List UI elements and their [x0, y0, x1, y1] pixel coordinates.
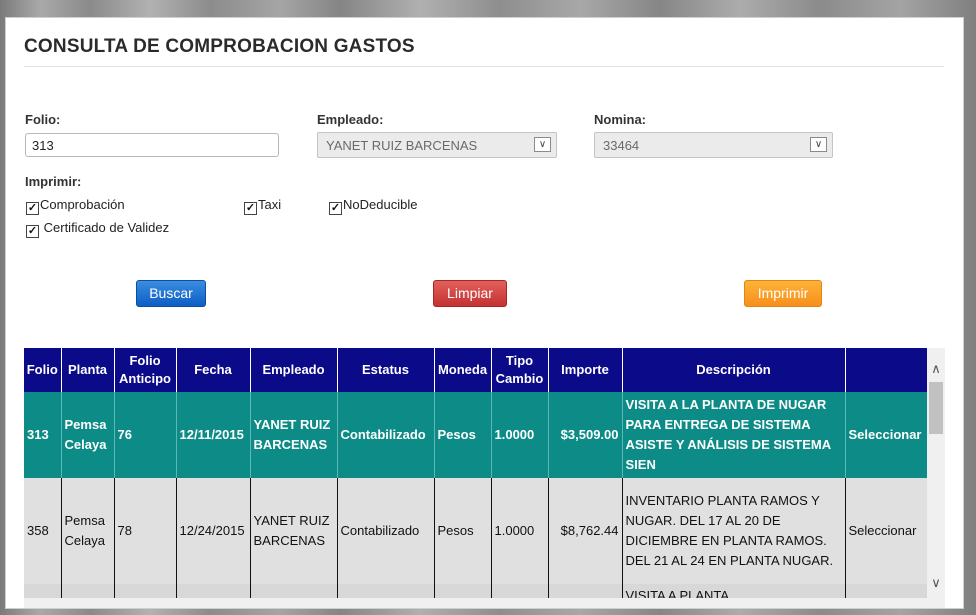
- col-header-descripcion[interactable]: Descripción: [622, 348, 846, 392]
- col-header-planta[interactable]: Planta: [61, 348, 115, 392]
- checkbox-nodeducible[interactable]: ✓ NoDeducible: [329, 197, 417, 215]
- select-link[interactable]: Seleccionar: [845, 478, 927, 584]
- table-row[interactable]: VISITA A PLANTA: [24, 584, 927, 598]
- cell-tipo-cambio: 1.0000: [491, 392, 549, 478]
- col-header-accion: [845, 348, 927, 392]
- buscar-button[interactable]: Buscar: [136, 280, 206, 307]
- cell-planta: Pemsa Celaya: [61, 478, 115, 584]
- cell-tipo-cambio: [491, 584, 549, 598]
- cell-empleado: [250, 584, 338, 598]
- cell-planta: [61, 584, 115, 598]
- page-title: CONSULTA DE COMPROBACION GASTOS: [24, 36, 415, 57]
- results-grid: Folio Planta Folio Anticipo Fecha Emplea…: [24, 348, 927, 598]
- checkbox-checked-icon[interactable]: ✓: [244, 202, 257, 215]
- col-header-fecha[interactable]: Fecha: [176, 348, 251, 392]
- cell-importe: [548, 584, 623, 598]
- nomina-select-value: 33464: [603, 138, 640, 153]
- nomina-select[interactable]: 33464 ∨: [594, 132, 833, 158]
- col-header-empleado[interactable]: Empleado: [250, 348, 338, 392]
- cell-empleado: YANET RUIZ BARCENAS: [250, 478, 338, 584]
- select-link[interactable]: Seleccionar: [845, 392, 927, 478]
- table-row[interactable]: 313 Pemsa Celaya 76 12/11/2015 YANET RUI…: [24, 392, 927, 478]
- cell-moneda: Pesos: [434, 478, 492, 584]
- cell-fecha: 12/24/2015: [176, 478, 251, 584]
- cell-folio-anticipo: [114, 584, 177, 598]
- vertical-scrollbar[interactable]: ∧ ∨: [927, 348, 945, 598]
- table-row[interactable]: 358 Pemsa Celaya 78 12/24/2015 YANET RUI…: [24, 478, 927, 584]
- checkbox-taxi-label: Taxi: [258, 197, 282, 212]
- cell-fecha: 12/11/2015: [176, 392, 251, 478]
- chevron-down-icon[interactable]: ∨: [927, 574, 945, 592]
- col-header-estatus[interactable]: Estatus: [337, 348, 435, 392]
- select-link[interactable]: [845, 584, 927, 598]
- cell-tipo-cambio: 1.0000: [491, 478, 549, 584]
- scrollbar-thumb[interactable]: [929, 382, 943, 434]
- cell-folio: 313: [24, 392, 62, 478]
- cell-planta: Pemsa Celaya: [61, 392, 115, 478]
- col-header-folio[interactable]: Folio: [24, 348, 62, 392]
- cell-descripcion: VISITA A PLANTA: [622, 584, 846, 598]
- cell-estatus: Contabilizado: [337, 478, 435, 584]
- cell-folio-anticipo: 78: [114, 478, 177, 584]
- cell-descripcion: VISITA A LA PLANTA DE NUGAR PARA ENTREGA…: [622, 392, 846, 478]
- empleado-select[interactable]: YANET RUIZ BARCENAS ∨: [317, 132, 557, 158]
- limpiar-button[interactable]: Limpiar: [433, 280, 507, 307]
- folio-label: Folio:: [25, 112, 61, 127]
- checkbox-taxi[interactable]: ✓ Taxi: [244, 197, 281, 215]
- checkbox-certificado-label: Certificado de Validez: [43, 220, 170, 235]
- cell-folio: 358: [24, 478, 62, 584]
- chevron-up-icon[interactable]: ∧: [927, 360, 945, 378]
- cell-estatus: [337, 584, 435, 598]
- cell-moneda: Pesos: [434, 392, 492, 478]
- horizontal-scrollbar[interactable]: [24, 598, 945, 608]
- folio-input[interactable]: [25, 133, 279, 157]
- col-header-folio-anticipo[interactable]: Folio Anticipo: [114, 348, 177, 392]
- empleado-select-value: YANET RUIZ BARCENAS: [326, 138, 478, 153]
- cell-folio-anticipo: 76: [114, 392, 177, 478]
- cell-empleado: YANET RUIZ BARCENAS: [250, 392, 338, 478]
- imprimir-label: Imprimir:: [25, 174, 82, 189]
- cell-moneda: [434, 584, 492, 598]
- main-panel: CONSULTA DE COMPROBACION GASTOS Folio: E…: [5, 17, 964, 609]
- col-header-importe[interactable]: Importe: [548, 348, 623, 392]
- table-header-row: Folio Planta Folio Anticipo Fecha Emplea…: [24, 348, 927, 392]
- col-header-moneda[interactable]: Moneda: [434, 348, 492, 392]
- cell-folio: [24, 584, 62, 598]
- cell-fecha: [176, 584, 251, 598]
- cell-estatus: Contabilizado: [337, 392, 435, 478]
- checkbox-checked-icon[interactable]: ✓: [26, 225, 39, 238]
- results-table: Folio Planta Folio Anticipo Fecha Emplea…: [24, 348, 927, 598]
- checkbox-comprobacion[interactable]: ✓ Comprobación: [26, 197, 125, 215]
- cell-importe: $3,509.00: [548, 392, 623, 478]
- empleado-label: Empleado:: [317, 112, 384, 127]
- checkbox-comprobacion-label: Comprobación: [40, 197, 125, 212]
- col-header-tipo-cambio[interactable]: Tipo Cambio: [491, 348, 549, 392]
- chevron-down-icon[interactable]: ∨: [534, 137, 551, 152]
- checkbox-nodeducible-label: NoDeducible: [343, 197, 418, 212]
- cell-importe: $8,762.44: [548, 478, 623, 584]
- title-divider: [24, 66, 944, 67]
- checkbox-certificado[interactable]: ✓ Certificado de Validez: [26, 220, 169, 238]
- cell-descripcion: INVENTARIO PLANTA RAMOS Y NUGAR. DEL 17 …: [622, 478, 846, 584]
- chevron-down-icon[interactable]: ∨: [810, 137, 827, 152]
- imprimir-button[interactable]: Imprimir: [744, 280, 822, 307]
- checkbox-checked-icon[interactable]: ✓: [329, 202, 342, 215]
- nomina-label: Nomina:: [594, 112, 646, 127]
- checkbox-checked-icon[interactable]: ✓: [26, 202, 39, 215]
